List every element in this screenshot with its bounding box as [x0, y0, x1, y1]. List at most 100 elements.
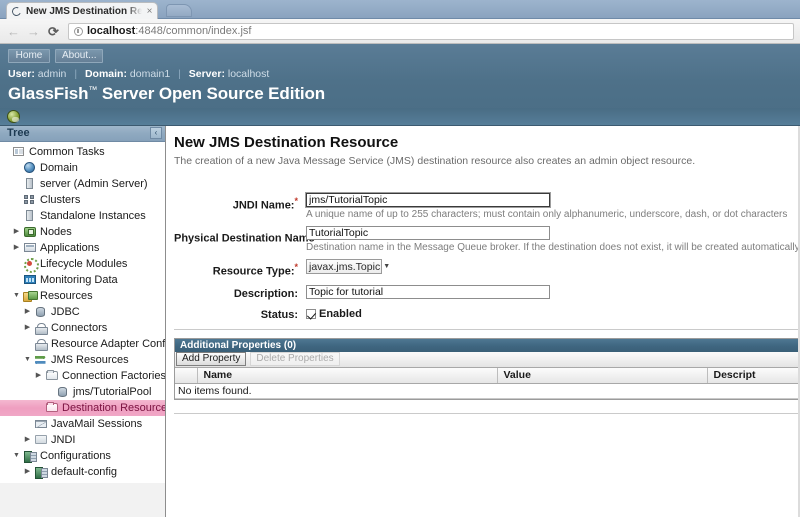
reload-icon[interactable]: ⟳: [46, 24, 61, 39]
glassfish-masthead: Home About... User: admin | Domain: doma…: [0, 44, 800, 126]
tree-item-nodes[interactable]: ▶ Nodes: [0, 224, 165, 240]
tree-item-label: JavaMail Sessions: [51, 417, 143, 430]
tree-item-jms-tutorialpool[interactable]: jms/TutorialPool: [0, 384, 165, 400]
physical-destination-name-input[interactable]: [306, 226, 550, 240]
tree-item-domain[interactable]: Domain: [0, 160, 165, 176]
chevron-right-icon[interactable]: ▶: [22, 464, 33, 480]
about-button[interactable]: About...: [55, 49, 104, 63]
tree-item-label: Destination Resources: [62, 401, 165, 414]
tree-item-default-config[interactable]: ▶ default-config: [0, 464, 165, 480]
applications-icon: [22, 243, 37, 253]
additional-properties-title: Additional Properties (0): [175, 338, 800, 352]
tree-item-applications[interactable]: ▶ Applications: [0, 240, 165, 256]
tree-item-configurations[interactable]: ▼ Configurations: [0, 448, 165, 464]
description-label: Description:: [233, 287, 298, 300]
tree-item-javamail-sessions[interactable]: JavaMail Sessions: [0, 416, 165, 432]
add-property-button[interactable]: Add Property: [176, 352, 247, 367]
page-body: Tree ‹ Common Tasks Domain server (Admin S…: [0, 126, 800, 517]
browser-tab-strip: New JMS Destination Reso ×: [0, 0, 800, 19]
tree-item-resource-adapter-configs[interactable]: Resource Adapter Configs: [0, 336, 165, 352]
chevron-down-icon[interactable]: ▼: [22, 352, 33, 368]
chevron-right-icon[interactable]: ▶: [33, 368, 44, 384]
tree-item-label: server-config: [48, 482, 115, 483]
tree-item-lifecycle-modules[interactable]: Lifecycle Modules: [0, 256, 165, 274]
tree-item-monitoring-data[interactable]: Monitoring Data: [0, 272, 165, 288]
navigation-tree: Common Tasks Domain server (Admin Server) C…: [0, 141, 165, 484]
status-enabled-label: Enabled: [319, 307, 362, 320]
main-content: New JMS Destination Resource The creatio…: [166, 126, 800, 517]
tree-item-label: default-config: [51, 465, 118, 478]
tree-item-connection-factories[interactable]: ▶ Connection Factories: [0, 368, 165, 384]
server-icon: [22, 210, 37, 222]
tree-item-label: Configurations: [40, 449, 111, 462]
tree-item-clusters[interactable]: Clusters: [0, 192, 165, 208]
connectors-icon: [33, 322, 48, 335]
tree-item-jndi[interactable]: ▶ JNDI: [0, 432, 165, 448]
column-header-value[interactable]: Value: [497, 367, 708, 385]
tree-item-connectors[interactable]: ▶ Connectors: [0, 320, 165, 336]
mail-icon: [33, 419, 48, 428]
tree-item-standalone-instances[interactable]: Standalone Instances: [0, 208, 165, 224]
tree-item-label: Resources: [40, 289, 93, 302]
chevron-right-icon[interactable]: ▶: [22, 304, 33, 320]
pool-icon: [55, 386, 70, 397]
browser-tab[interactable]: New JMS Destination Reso ×: [6, 2, 158, 19]
resource-type-value: javax.jms.Topic: [309, 260, 381, 273]
divider: [174, 413, 800, 415]
additional-properties-panel: Additional Properties (0) Add Property D…: [174, 337, 800, 401]
jndi-name-label-text: JNDI Name:: [232, 199, 295, 212]
column-header-description[interactable]: Descript: [707, 367, 800, 385]
jndi-name-input[interactable]: [305, 192, 551, 208]
tree-item-label: Standalone Instances: [40, 209, 146, 222]
address-bar[interactable]: localhost:4848/common/index.jsf: [68, 22, 794, 40]
tree-item-label: JMS Resources: [51, 353, 129, 366]
status-enabled-checkbox[interactable]: [306, 308, 316, 319]
column-header-name[interactable]: Name: [197, 367, 498, 385]
site-info-icon[interactable]: [74, 26, 83, 36]
tree-item-jms-resources[interactable]: ▼ JMS Resources: [0, 352, 165, 368]
chevron-right-icon[interactable]: ▶: [22, 320, 33, 336]
description-input[interactable]: [306, 284, 550, 299]
tree-item-label: Monitoring Data: [40, 273, 118, 286]
divider: |: [74, 68, 78, 80]
server-label: Server:: [188, 68, 225, 80]
back-icon[interactable]: ←: [6, 24, 21, 39]
chevron-down-icon[interactable]: ▼: [11, 448, 22, 464]
tree-item-jdbc[interactable]: ▶ JDBC: [0, 304, 165, 320]
tree-item-resources[interactable]: ▼ Resources: [0, 288, 165, 304]
browser-toolbar: ← → ⟳ localhost:4848/common/index.jsf: [0, 19, 800, 44]
chevron-right-icon[interactable]: ▶: [11, 224, 22, 240]
home-button[interactable]: Home: [8, 49, 50, 63]
forward-icon[interactable]: →: [26, 24, 41, 39]
column-header-select: [175, 367, 198, 385]
tree-item-server-admin-server[interactable]: server (Admin Server): [0, 176, 165, 192]
config-icon: [22, 450, 37, 463]
table-empty-row: No items found.: [175, 383, 800, 400]
lifecycle-icon: [22, 258, 39, 274]
tree-item-common-tasks[interactable]: Common Tasks: [0, 144, 165, 160]
chevron-right-icon[interactable]: ▶: [11, 240, 22, 256]
user-label: User:: [8, 68, 35, 80]
config-icon: [33, 466, 48, 479]
folder-icon: [44, 370, 59, 381]
tree-item-destination-resources[interactable]: Destination Resources: [0, 399, 165, 416]
session-info-bar: User: admin | Domain: domain1 | Server: …: [0, 66, 800, 83]
close-icon[interactable]: ×: [145, 6, 154, 16]
resource-form: JNDI Name:* A unique name of up to 255 c…: [166, 167, 800, 415]
chevron-right-icon[interactable]: ▶: [22, 432, 33, 448]
page-favicon-icon: [10, 5, 23, 17]
resource-type-select[interactable]: javax.jms.Topic ▼: [306, 259, 390, 274]
globe-icon[interactable]: [7, 110, 20, 123]
sidebar: Tree ‹ Common Tasks Domain server (Admin S…: [0, 126, 166, 517]
tasks-icon: [11, 147, 26, 157]
product-title: GlassFish™ Server Open Source Edition: [0, 83, 800, 108]
tree-item-server-config[interactable]: ▶ server-config: [0, 480, 165, 484]
new-tab-button[interactable]: [166, 4, 192, 17]
chevron-down-icon[interactable]: ▼: [11, 288, 22, 304]
collapse-sidebar-button[interactable]: ‹: [150, 127, 162, 140]
field-row-jndi-name: JNDI Name:* A unique name of up to 255 c…: [174, 192, 800, 226]
domain-icon: [22, 162, 37, 174]
tree-item-label: jms/TutorialPool: [73, 385, 152, 398]
product-name: GlassFish: [8, 84, 89, 103]
chevron-right-icon[interactable]: ▶: [22, 480, 33, 483]
